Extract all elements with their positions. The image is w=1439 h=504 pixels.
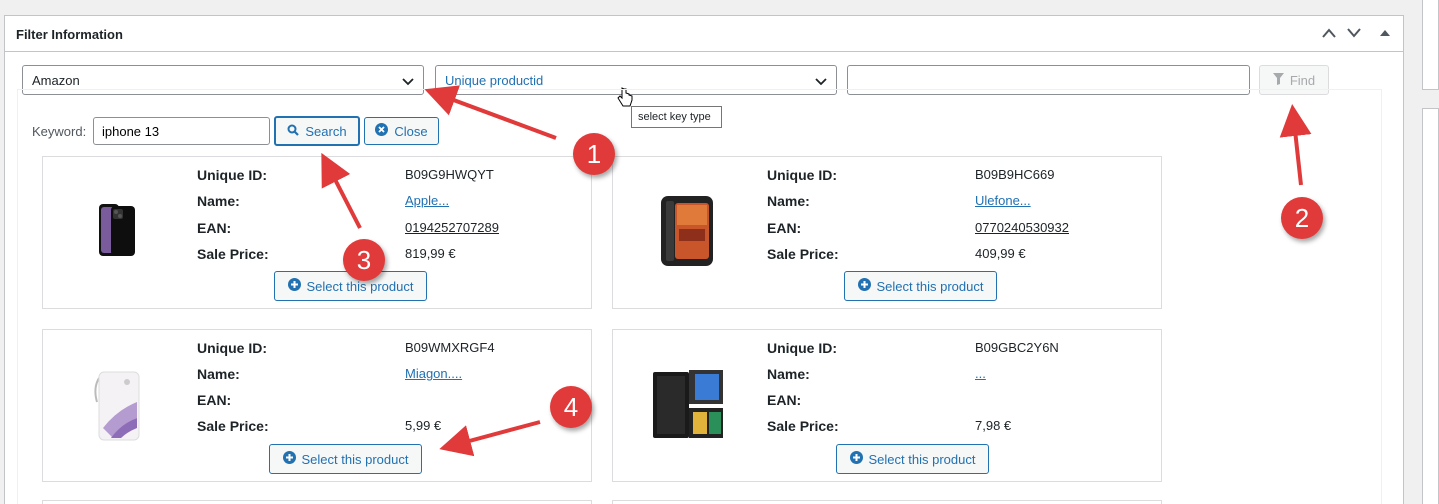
annotation-badge-3: 3 [343,239,385,281]
annotation-badge-4: 4 [550,386,592,428]
arrow-4 [439,420,541,457]
annotation-arrows [321,85,1312,457]
arrow-1 [424,85,557,140]
annotation-badge-1: 1 [573,133,615,175]
arrow-2 [1279,104,1312,186]
arrow-3 [321,152,362,229]
annotation-badge-2: 2 [1281,197,1323,239]
